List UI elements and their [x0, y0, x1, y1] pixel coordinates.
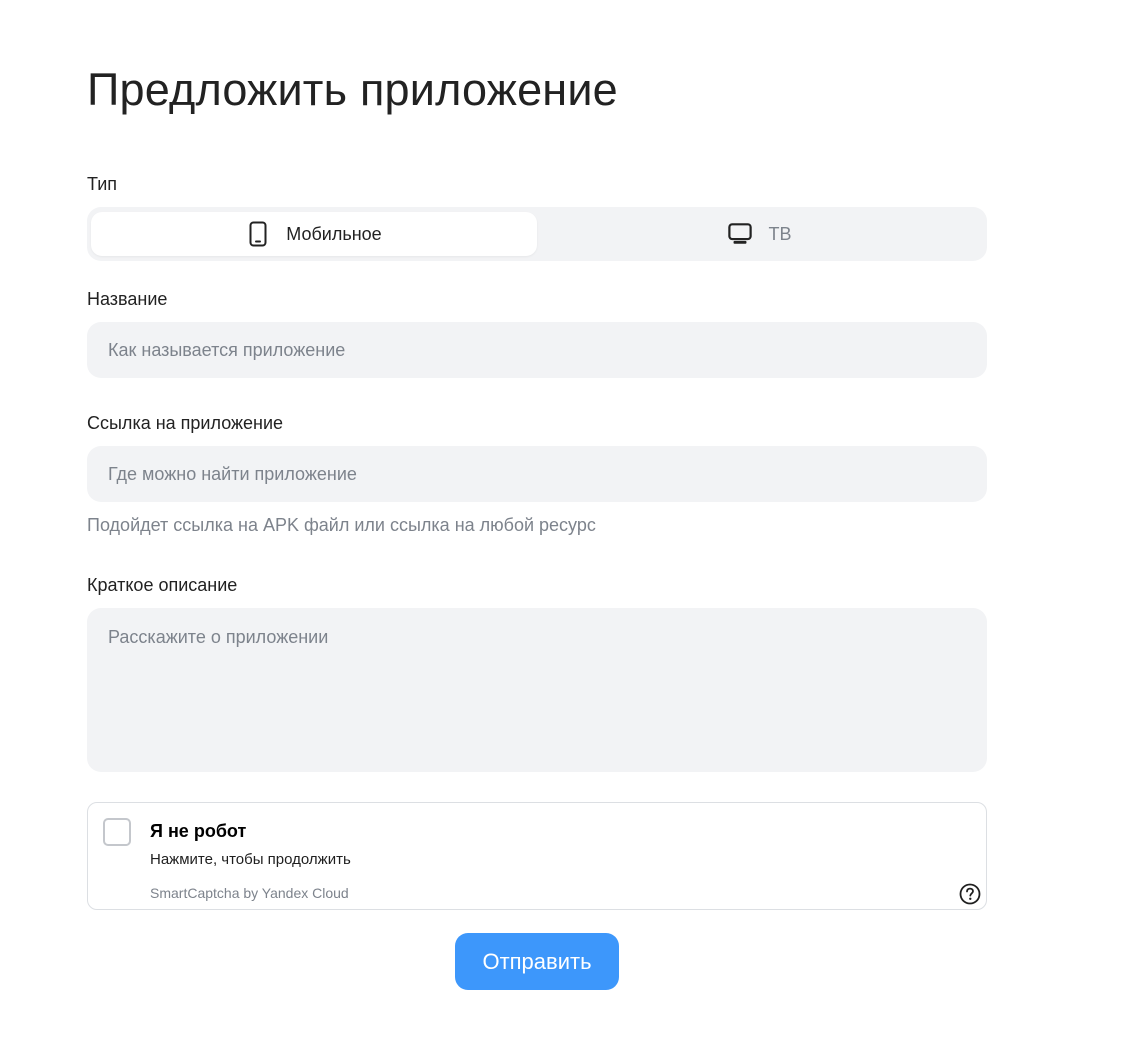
description-textarea[interactable]	[87, 608, 987, 772]
type-segmented-control: Мобильное ТВ	[87, 207, 987, 261]
question-circle-icon[interactable]	[959, 883, 981, 905]
smartphone-icon	[246, 221, 270, 247]
submit-button[interactable]: Отправить	[455, 933, 619, 990]
captcha-title: Я не робот	[150, 821, 247, 841]
type-option-tv[interactable]: ТВ	[537, 212, 983, 256]
captcha-brand: SmartCaptcha by Yandex Cloud	[150, 885, 349, 901]
captcha-checkbox[interactable]	[103, 818, 131, 846]
tv-icon	[728, 221, 753, 247]
type-option-mobile-label: Мобильное	[286, 223, 382, 244]
captcha-subtitle: Нажмите, чтобы продолжить	[150, 851, 351, 868]
page-title: Предложить приложение	[87, 64, 618, 115]
link-label: Ссылка на приложение	[87, 413, 284, 433]
description-label: Краткое описание	[87, 575, 238, 595]
captcha-widget: Я не робот Нажмите, чтобы продолжить Sma…	[87, 802, 987, 910]
type-label: Тип	[87, 174, 118, 194]
type-option-tv-label: ТВ	[768, 223, 792, 244]
name-label: Название	[87, 289, 168, 309]
link-input[interactable]	[87, 446, 987, 502]
type-option-mobile[interactable]: Мобильное	[91, 212, 537, 256]
name-input[interactable]	[87, 322, 987, 378]
link-hint: Подойдет ссылка на APK файл или ссылка н…	[87, 515, 596, 535]
